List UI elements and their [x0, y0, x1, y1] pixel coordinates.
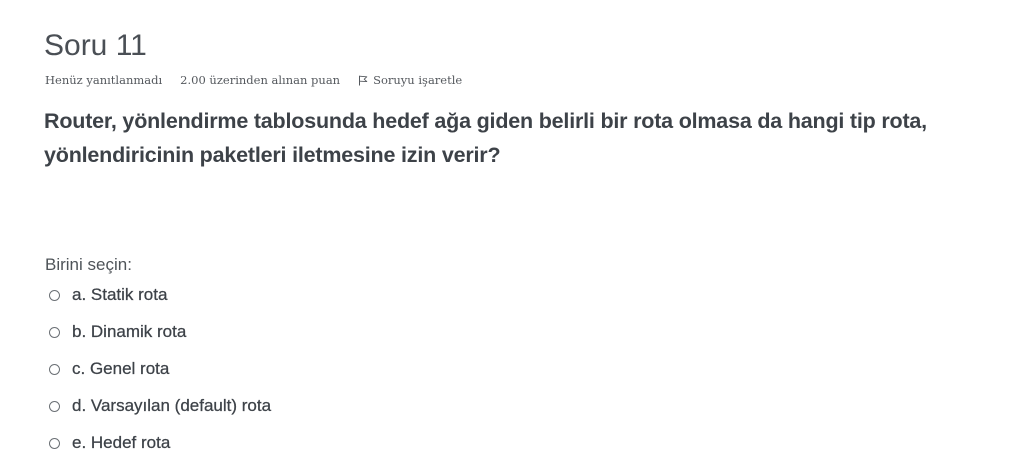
radio-button-a[interactable] — [49, 290, 60, 301]
quiz-question-page: Soru 11 Henüz yanıtlanmadı 2.00 üzerinde… — [0, 0, 1020, 471]
flag-outline-icon — [359, 75, 368, 85]
answer-label-d: d. Varsayılan (default) rota — [72, 396, 272, 415]
radio-button-d[interactable] — [49, 401, 60, 412]
answer-label-b: b. Dinamik rota — [72, 322, 187, 341]
radio-button-b[interactable] — [49, 327, 60, 338]
question-info: Henüz yanıtlanmadı 2.00 üzerinden alınan… — [45, 72, 462, 88]
answer-label-c: c. Genel rota — [72, 359, 170, 378]
question-grade: 2.00 üzerinden alınan puan — [180, 73, 341, 87]
answer-option-d[interactable]: d. Varsayılan (default) rota — [49, 394, 271, 431]
answer-option-e[interactable]: e. Hedef rota — [49, 431, 271, 468]
answer-label-a: a. Statik rota — [72, 285, 168, 304]
answer-label-e: e. Hedef rota — [72, 433, 171, 452]
answer-prompt: Birini seçin: — [45, 255, 132, 274]
flag-question-link[interactable]: Soruyu işaretle — [358, 73, 462, 87]
question-state: Henüz yanıtlanmadı — [45, 73, 163, 87]
radio-button-e[interactable] — [49, 438, 60, 449]
answer-options: a. Statik rota b. Dinamik rota c. Genel … — [49, 283, 271, 468]
radio-button-c[interactable] — [49, 364, 60, 375]
question-text: Router, yönlendirme tablosunda hedef ağa… — [44, 109, 927, 167]
flag-question-label: Soruyu işaretle — [373, 73, 463, 87]
question-title: Soru 11 — [44, 29, 147, 62]
answer-option-c[interactable]: c. Genel rota — [49, 357, 271, 394]
answer-option-a[interactable]: a. Statik rota — [49, 283, 271, 320]
answer-option-b[interactable]: b. Dinamik rota — [49, 320, 271, 357]
